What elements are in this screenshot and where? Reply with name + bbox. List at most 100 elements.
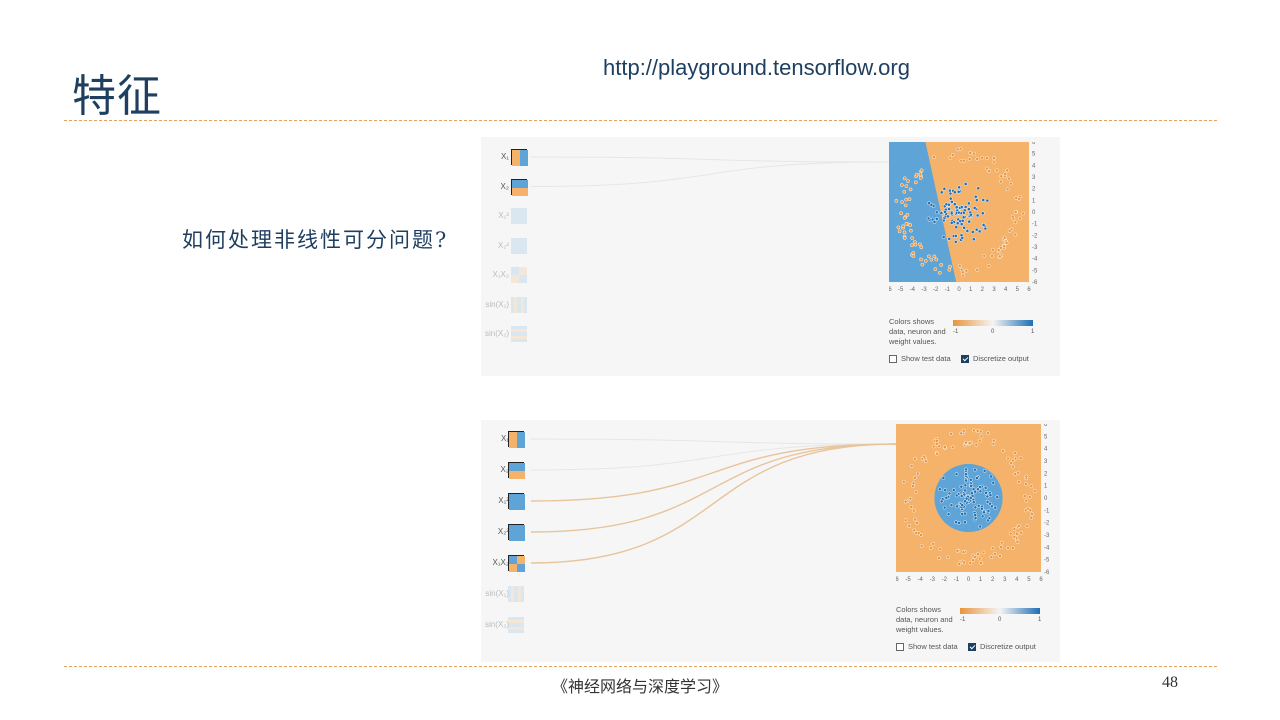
feature-toggle-horizontal-stripes-icon[interactable]	[508, 617, 524, 633]
connection-line	[530, 156, 889, 163]
y-tick-label: -3	[1044, 533, 1050, 539]
header-divider	[64, 120, 1217, 121]
show-test-data-checkbox[interactable]	[889, 355, 897, 363]
show-test-data-checkbox[interactable]	[896, 643, 904, 651]
data-point-blue	[939, 190, 944, 195]
discretize-output-checkbox[interactable]	[968, 643, 976, 651]
data-point-orange	[1015, 540, 1020, 544]
data-point-orange	[1029, 484, 1034, 488]
data-point-orange	[948, 155, 953, 160]
data-point-orange	[913, 456, 917, 461]
x-tick-label: 2	[991, 577, 995, 583]
y-tick-label: 4	[1032, 163, 1036, 169]
feature-toggle-quadrants-icon[interactable]	[508, 555, 525, 572]
data-point-orange	[974, 442, 979, 447]
data-point-orange	[894, 198, 899, 203]
data-point-blue	[980, 514, 985, 519]
data-point-blue	[964, 467, 968, 472]
data-point-orange	[979, 561, 983, 565]
show-test-data-label: Show test data	[908, 642, 958, 651]
y-tick-label: 3	[1044, 459, 1048, 465]
feature-toggle-horizontal-split-icon[interactable]	[508, 462, 525, 479]
data-point-blue	[963, 511, 967, 516]
data-point-orange	[911, 484, 915, 488]
data-point-blue	[950, 200, 954, 204]
data-point-orange	[903, 499, 908, 504]
data-point-orange	[906, 179, 910, 184]
data-point-blue	[941, 235, 946, 239]
data-point-orange	[920, 262, 925, 267]
data-point-blue	[974, 198, 979, 203]
data-point-blue	[993, 505, 998, 510]
feature-toggle-vertical-split-icon[interactable]	[511, 149, 528, 166]
data-point-blue	[947, 202, 951, 207]
data-point-blue	[974, 227, 979, 232]
data-point-orange	[961, 428, 966, 433]
feature-toggle-quadrants-icon[interactable]	[511, 267, 527, 283]
data-point-blue	[964, 496, 969, 501]
data-point-orange	[904, 184, 909, 188]
data-point-orange	[903, 203, 908, 208]
data-point-blue	[986, 509, 991, 513]
feature-toggle-solid-icon[interactable]	[511, 208, 527, 224]
data-point-orange	[934, 257, 939, 262]
data-point-blue	[973, 489, 977, 494]
data-point-orange	[1002, 235, 1007, 240]
feature-toggle-solid-icon[interactable]	[508, 493, 525, 510]
data-point-blue	[954, 234, 958, 238]
data-point-orange	[913, 476, 917, 480]
y-tick-label: -1	[1032, 222, 1038, 228]
data-point-blue	[938, 487, 942, 492]
data-point-orange	[986, 431, 990, 436]
data-point-blue	[988, 493, 993, 498]
data-point-orange	[902, 216, 907, 220]
data-point-orange	[919, 533, 923, 537]
data-point-orange	[909, 504, 914, 509]
data-point-blue	[934, 217, 939, 221]
data-point-orange	[907, 197, 912, 202]
data-point-blue	[971, 230, 975, 234]
data-point-orange	[985, 166, 989, 171]
data-point-orange	[945, 555, 950, 560]
feature-connections	[530, 438, 896, 564]
data-point-orange	[1013, 472, 1018, 476]
feature-toggle-vertical-stripes-icon[interactable]	[511, 296, 527, 313]
data-point-orange	[960, 273, 965, 278]
feature-toggle-solid-icon[interactable]	[508, 524, 525, 541]
data-point-orange	[1014, 531, 1019, 536]
legend-scale-mid: 0	[998, 617, 1002, 623]
playground-url[interactable]: http://playground.tensorflow.org	[603, 55, 910, 81]
data-point-orange	[957, 263, 962, 268]
feature-toggle-horizontal-split-icon[interactable]	[511, 178, 528, 196]
feature-label: X₂²	[497, 527, 509, 536]
discretize-output-checkbox[interactable]	[961, 355, 969, 363]
feature-toggle-solid-icon[interactable]	[511, 237, 527, 254]
data-point-orange	[901, 479, 906, 484]
legend-scale-min: -1	[960, 617, 966, 623]
feature-toggle-horizontal-stripes-icon[interactable]	[511, 326, 527, 342]
data-point-blue	[959, 484, 964, 489]
data-point-orange	[1008, 531, 1013, 536]
data-point-orange	[1011, 458, 1015, 463]
data-point-orange	[978, 438, 982, 443]
legend-caption: Colors shows data, neuron and weight val…	[889, 317, 946, 346]
data-point-orange	[950, 153, 955, 157]
data-point-blue	[955, 221, 960, 226]
data-point-orange	[909, 228, 913, 233]
data-point-orange	[914, 531, 919, 536]
data-point-orange	[931, 444, 936, 449]
x-tick-label: -6	[896, 577, 899, 583]
show-test-data-label: Show test data	[901, 354, 951, 363]
feature-toggle-vertical-stripes-icon[interactable]	[508, 586, 524, 602]
data-point-blue	[963, 182, 968, 186]
x-tick-label: -1	[954, 577, 960, 583]
feature-label: X₂²	[497, 240, 509, 250]
y-tick-label: 0	[1044, 496, 1048, 502]
feature-toggle-vertical-split-icon[interactable]	[508, 431, 525, 448]
data-point-blue	[963, 520, 967, 525]
data-point-orange	[903, 518, 908, 523]
data-point-orange	[914, 172, 919, 177]
data-point-orange	[964, 268, 969, 273]
data-point-orange	[1027, 494, 1032, 499]
data-point-orange	[999, 179, 1003, 184]
